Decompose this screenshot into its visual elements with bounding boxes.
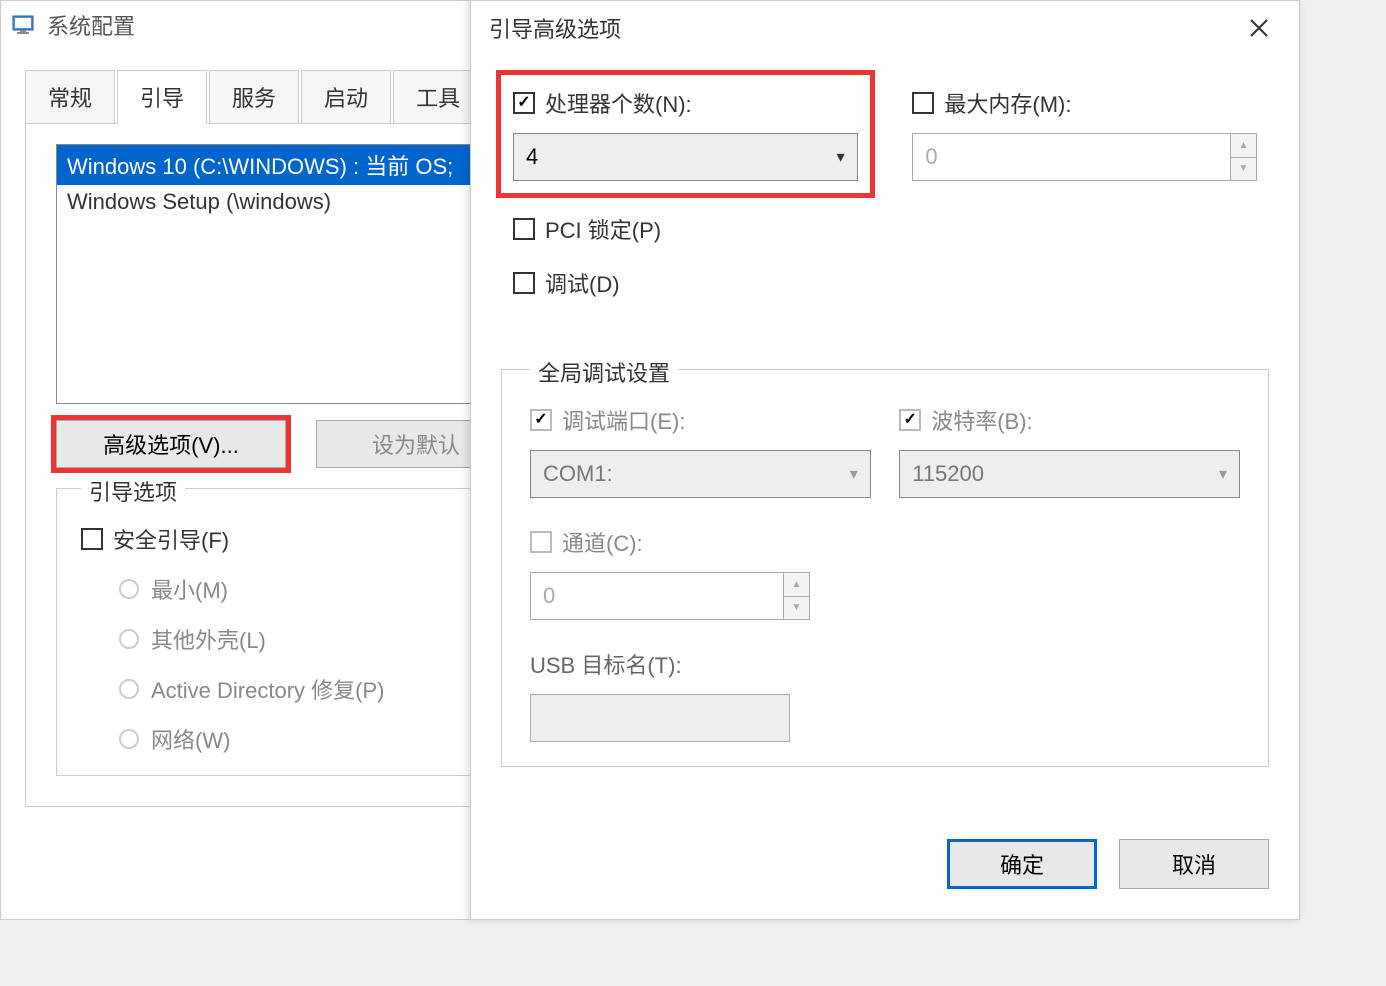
checkbox-icon [530,409,552,431]
processors-label: 处理器个数(N): [545,87,692,119]
global-debug-fieldset: 全局调试设置 调试端口(E): COM1: ▾ [501,369,1269,767]
tab-startup[interactable]: 启动 [301,70,391,124]
max-memory-input[interactable]: 0 ▲▼ [912,133,1257,181]
max-memory-value: 0 [913,134,1230,180]
spin-down-icon[interactable]: ▼ [1231,158,1256,181]
checkbox-icon [530,531,552,553]
spin-down-icon[interactable]: ▼ [784,597,809,620]
debug-port-checkbox[interactable]: 调试端口(E): [530,404,685,436]
baud-rate-select[interactable]: 115200 ▾ [899,450,1240,498]
main-title: 系统配置 [47,9,135,41]
pci-lock-checkbox[interactable]: PCI 锁定(P) [513,213,661,245]
channel-checkbox[interactable]: 通道(C): [530,526,643,558]
radio-icon [119,629,139,649]
pci-lock-label: PCI 锁定(P) [545,213,661,245]
safe-boot-label: 安全引导(F) [113,523,229,555]
app-icon [11,13,35,37]
spinner[interactable]: ▲▼ [783,573,809,619]
close-icon [1249,18,1269,38]
debug-port-select[interactable]: COM1: ▾ [530,450,871,498]
usb-target-input[interactable] [530,694,790,742]
radio-icon [119,679,139,699]
baud-rate-value: 115200 [912,461,984,487]
chevron-down-icon: ▾ [837,147,845,167]
debug-port-group: 调试端口(E): COM1: ▾ [530,404,871,498]
channel-label: 通道(C): [562,526,643,558]
spin-up-icon[interactable]: ▲ [784,573,809,597]
close-button[interactable] [1237,6,1281,50]
global-debug-legend: 全局调试设置 [530,356,678,388]
processors-checkbox[interactable]: 处理器个数(N): [513,87,692,119]
chevron-down-icon: ▾ [850,464,858,484]
checkbox-icon [81,528,103,550]
channel-input[interactable]: 0 ▲▼ [530,572,810,620]
processors-value: 4 [526,144,538,170]
baud-rate-group: 波特率(B): 115200 ▾ [899,404,1240,498]
checkbox-icon [899,409,921,431]
tab-boot[interactable]: 引导 [117,70,207,124]
spin-up-icon[interactable]: ▲ [1231,134,1256,158]
chevron-down-icon: ▾ [1219,464,1227,484]
usb-target-label: USB 目标名(T): [530,648,1240,680]
max-memory-group: 最大内存(M): 0 ▲▼ [900,75,1269,193]
tab-general[interactable]: 常规 [25,70,115,124]
baud-rate-label: 波特率(B): [931,404,1032,436]
radio-icon [119,579,139,599]
safe-boot-checkbox[interactable]: 安全引导(F) [81,523,229,555]
advanced-options-button[interactable]: 高级选项(V)... [56,420,286,468]
debug-port-label: 调试端口(E): [562,404,685,436]
dialog-titlebar: 引导高级选项 [471,1,1299,55]
advanced-boot-dialog: 引导高级选项 处理器个数(N): 4 ▾ 最大内存(M): [470,0,1300,920]
debug-checkbox[interactable]: 调试(D) [513,267,620,299]
max-memory-label: 最大内存(M): [944,87,1071,119]
tab-services[interactable]: 服务 [209,70,299,124]
channel-value: 0 [531,573,783,619]
debug-port-value: COM1: [543,461,613,487]
max-memory-checkbox[interactable]: 最大内存(M): [912,87,1071,119]
dialog-title: 引导高级选项 [489,12,621,44]
spinner[interactable]: ▲▼ [1230,134,1256,180]
checkbox-icon [513,272,535,294]
debug-label: 调试(D) [545,267,620,299]
checkbox-icon [513,92,535,114]
cancel-button[interactable]: 取消 [1119,839,1269,889]
boot-options-legend: 引导选项 [81,475,185,507]
processors-group: 处理器个数(N): 4 ▾ [501,75,870,193]
baud-rate-checkbox[interactable]: 波特率(B): [899,404,1032,436]
radio-icon [119,729,139,749]
ok-button[interactable]: 确定 [947,839,1097,889]
processors-select[interactable]: 4 ▾ [513,133,858,181]
checkbox-icon [513,218,535,240]
checkbox-icon [912,92,934,114]
